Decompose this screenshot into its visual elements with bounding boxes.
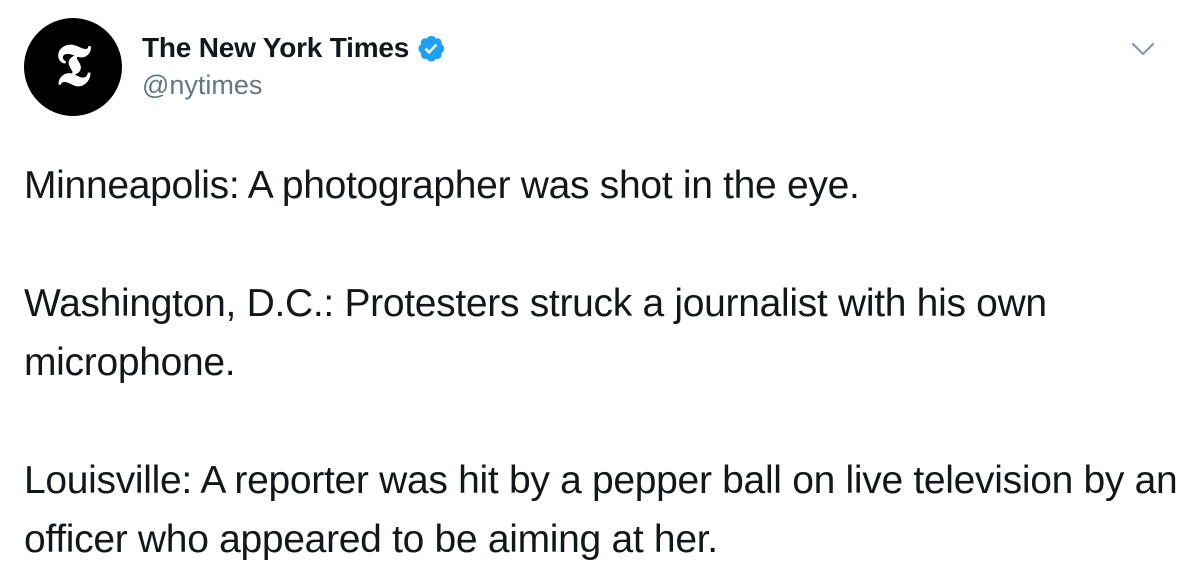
tweet-header: 𝕿 The New York Times @nytimes bbox=[24, 18, 1190, 118]
display-name-row: The New York Times bbox=[142, 30, 446, 66]
tweet-text: Minneapolis: A photographer was shot in … bbox=[24, 156, 1190, 569]
handle[interactable]: @nytimes bbox=[142, 70, 446, 101]
avatar[interactable]: 𝕿 bbox=[24, 18, 122, 116]
display-name[interactable]: The New York Times bbox=[142, 32, 409, 64]
tweet-paragraph: Minneapolis: A photographer was shot in … bbox=[24, 164, 860, 207]
chevron-down-icon[interactable] bbox=[1128, 34, 1158, 64]
author-info: The New York Times @nytimes bbox=[142, 30, 446, 101]
avatar-logo: 𝕿 bbox=[55, 31, 91, 99]
tweet-paragraph: Washington, D.C.: Protesters struck a jo… bbox=[24, 282, 1047, 384]
tweet-paragraph: Louisville: A reporter was hit by a pepp… bbox=[24, 459, 1178, 561]
tweet-card: 𝕿 The New York Times @nytimes Minneapoli… bbox=[0, 0, 1190, 581]
verified-badge-icon bbox=[416, 33, 446, 63]
